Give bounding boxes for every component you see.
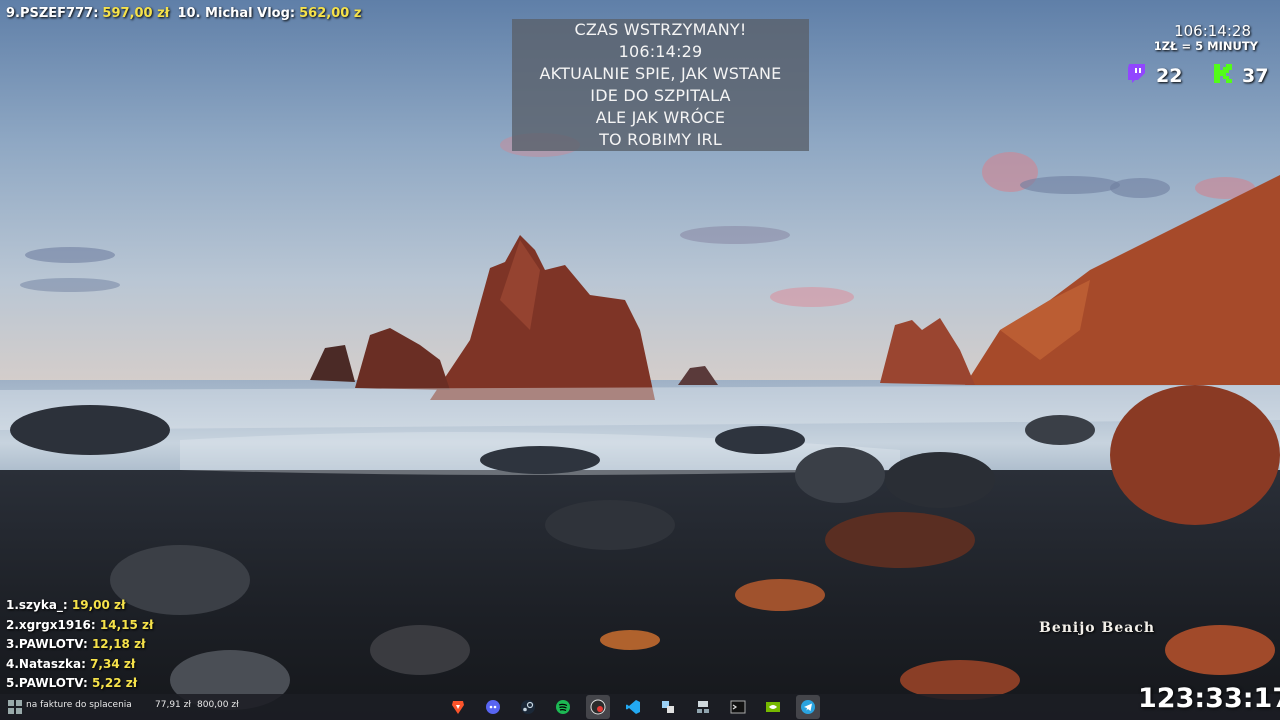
brave-icon[interactable] <box>446 695 470 719</box>
terminal-icon[interactable] <box>726 695 750 719</box>
ticker-donor-amount: 562,00 z <box>299 6 362 21</box>
twitch-icon <box>1126 62 1148 89</box>
kick-counter: 37 <box>1212 62 1268 89</box>
viewer-counters: 22 37 <box>1126 62 1271 88</box>
leaderboard-amount: 5,22 zł <box>91 676 138 690</box>
donation-rate: 1ZŁ = 5 MINUTY <box>1153 39 1258 53</box>
telegram-icon[interactable] <box>796 695 820 719</box>
list-item: 4.Nataszka: 7,34 zł <box>6 657 166 677</box>
list-item: 1.szyka_: 19,00 zł <box>6 598 166 618</box>
leaderboard-amount: 12,18 zł <box>91 637 146 651</box>
obs-icon[interactable] <box>586 695 610 719</box>
leaderboard-name: 3.PAWLOTV: <box>6 637 88 651</box>
leaderboard-amount: 7,34 zł <box>90 656 136 671</box>
ticker-donor-name: 9.PSZEF777: <box>6 6 99 21</box>
big-countdown-clock: 123:33:17 <box>1138 683 1280 714</box>
status-line: TO ROBIMY IRL <box>599 130 722 149</box>
status-line: IDE DO SZPITALA <box>590 86 731 105</box>
leaderboard-name: 2.xgrgx1916: <box>6 617 96 632</box>
stream-status-box: CZAS WSTRZYMANY! 106:14:29 AKTUALNIE SPI… <box>512 19 809 151</box>
goal-current: 77,91 zł <box>155 700 191 710</box>
leaderboard-name: 1.szyka_: <box>6 598 68 612</box>
status-line: 106:14:29 <box>618 42 703 61</box>
status-line: ALE JAK WRÓCE <box>595 108 726 127</box>
twitch-counter: 22 <box>1126 62 1182 89</box>
leaderboard-amount: 19,00 zł <box>71 598 126 612</box>
start-icon[interactable] <box>8 700 22 714</box>
discord-icon[interactable] <box>481 695 505 719</box>
taskbar-apps <box>446 694 820 720</box>
vscode-icon[interactable] <box>621 695 645 719</box>
taskbar: na fakture do splacenia 77,91 zł 800,00 … <box>0 694 1280 720</box>
steam-icon[interactable] <box>516 695 540 719</box>
nvidia-icon[interactable] <box>761 695 785 719</box>
network-icon[interactable] <box>691 695 715 719</box>
leaderboard-name: 4.Nataszka: <box>6 656 86 671</box>
goal-label: na fakture do splacenia <box>26 700 132 710</box>
leaderboard-name: 5.PAWLOTV: <box>6 676 88 690</box>
list-item: 5.PAWLOTV: 5,22 zł <box>6 676 166 696</box>
kick-icon <box>1212 62 1234 89</box>
twitch-viewer-count: 22 <box>1156 64 1183 87</box>
top-donor-ticker: 9.PSZEF777: 597,00 zł 10. Michal Vlog: 5… <box>6 6 365 26</box>
kick-viewer-count: 37 <box>1242 64 1269 87</box>
ticker-donor-name: 10. Michal Vlog: <box>177 6 296 21</box>
ticker-donor-amount: 597,00 zł <box>102 6 170 21</box>
status-line: AKTUALNIE SPIE, JAK WSTANE <box>539 64 782 83</box>
location-caption: Benijo Beach <box>1039 620 1156 636</box>
goal-target: 800,00 zł <box>197 700 239 710</box>
spotify-icon[interactable] <box>551 695 575 719</box>
donor-leaderboard: 1.szyka_: 19,00 zł 2.xgrgx1916: 14,15 zł… <box>6 598 166 696</box>
status-line: CZAS WSTRZYMANY! <box>574 20 747 39</box>
leaderboard-amount: 14,15 zł <box>99 617 154 632</box>
list-item: 3.PAWLOTV: 12,18 zł <box>6 637 166 657</box>
files-icon[interactable] <box>656 695 680 719</box>
list-item: 2.xgrgx1916: 14,15 zł <box>6 618 166 638</box>
subathon-timer: 106:14:28 <box>1174 22 1251 40</box>
